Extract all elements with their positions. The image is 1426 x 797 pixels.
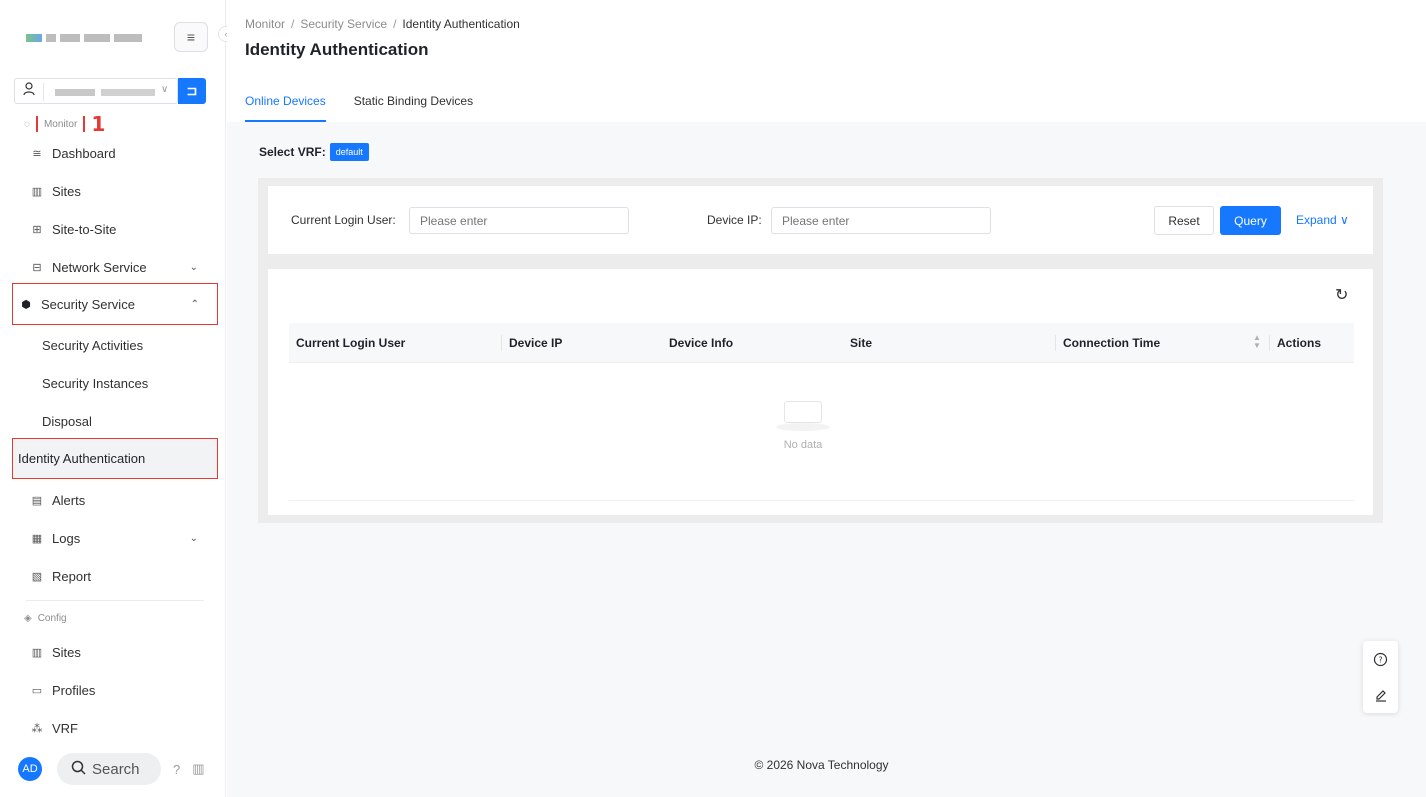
sidebar-item-sites[interactable]: ▥ Sites (14, 172, 216, 210)
sidebar-item-dashboard[interactable]: ≅ Dashboard (14, 134, 216, 172)
sidebar: ≡ ‹ ∨ ⊐ ◌ Monitor 1 ≅ Dashboard ▥ Sites ⊞ S… (0, 0, 242, 797)
sites-icon: ▥ (31, 646, 43, 659)
search-icon (71, 760, 86, 779)
section-monitor: ◌ Monitor 1 (24, 112, 105, 136)
column-site: Site (850, 336, 873, 350)
avatar[interactable]: AD (18, 757, 42, 781)
filter-card: Current Login User: Device IP: Reset Que… (268, 186, 1373, 254)
table-card: ↻ Current Login User Device IP Device In… (268, 269, 1373, 515)
chevron-up-icon: ⌃ (190, 298, 199, 310)
current-login-user-input[interactable] (409, 207, 629, 234)
shield-icon: ⬢ (21, 298, 31, 311)
floating-toolbar: ? (1363, 641, 1398, 713)
tenant-selector[interactable]: ∨ ⊐ (14, 78, 206, 104)
column-device-info: Device Info (669, 336, 734, 350)
vrf-selector: Select VRF: default (259, 143, 369, 161)
config-icon: ◈ (24, 613, 32, 624)
switch-tenant-button[interactable]: ⊐ (178, 78, 206, 104)
footer-copyright: © 2026 Nova Technology (754, 758, 889, 772)
section-monitor-label: Monitor (43, 118, 78, 130)
report-icon: ▧ (31, 570, 43, 583)
device-ip-input[interactable] (771, 207, 991, 234)
sidebar-sub-disposal[interactable]: Disposal (42, 402, 92, 440)
sites-icon: ▥ (31, 185, 43, 198)
network-icon: ⊟ (32, 261, 42, 274)
column-current-login-user: Current Login User (296, 336, 406, 350)
dashboard-icon: ≅ (32, 147, 42, 160)
global-search-button[interactable]: Search (57, 753, 161, 785)
sidebar-item-identity-authentication[interactable]: Identity Authentication (12, 438, 218, 479)
sidebar-divider (26, 600, 204, 601)
page-title: Identity Authentication (245, 40, 429, 59)
sidebar-item-report[interactable]: ▧ Report (14, 557, 216, 595)
edit-icon[interactable] (1363, 677, 1398, 713)
help-icon[interactable]: ? (173, 762, 180, 777)
logs-icon: ▦ (31, 532, 43, 545)
logo (26, 34, 142, 42)
chevron-down-icon: ⌄ (189, 261, 198, 273)
tab-online-devices[interactable]: Online Devices (245, 94, 326, 122)
breadcrumb-current: Identity Authentication (402, 17, 520, 31)
sidebar-item-network-service[interactable]: ⊟ Network Service ⌄ (14, 248, 216, 286)
sidebar-item-profiles[interactable]: ▭ Profiles (14, 671, 216, 709)
chevron-down-icon: ∨ (161, 84, 169, 95)
table-header: Current Login User Device IP Device Info… (289, 323, 1354, 363)
help-icon[interactable]: ? (1363, 641, 1398, 677)
empty-state: No data (773, 399, 833, 451)
exit-icon: ⊐ (186, 83, 198, 98)
chart-icon[interactable]: ▥ (192, 761, 204, 777)
sidebar-item-config-sites[interactable]: ▥ Sites (14, 633, 216, 671)
main-content: Monitor / Security Service / Identity Authen… (227, 0, 1426, 797)
section-config-label: Config (37, 613, 67, 624)
annotation-number: 1 (91, 112, 106, 136)
sidebar-bottom-bar: AD Search ? ▥ (18, 753, 218, 785)
vrf-tag-default[interactable]: default (329, 143, 369, 161)
monitor-icon: ◌ (24, 118, 30, 130)
chevron-down-icon: ∨ (1340, 213, 1349, 227)
empty-inbox-icon (776, 399, 830, 431)
breadcrumb: Monitor / Security Service / Identity Authen… (245, 17, 520, 31)
menu-toggle-button[interactable]: ≡ (174, 22, 208, 52)
tab-static-binding-devices[interactable]: Static Binding Devices (354, 94, 473, 122)
section-config: ◈ Config (24, 613, 67, 624)
breadcrumb-monitor[interactable]: Monitor (245, 17, 285, 31)
annotation-bar (35, 116, 38, 132)
breadcrumb-security-service[interactable]: Security Service (300, 17, 387, 31)
tabs: Online Devices Static Binding Devices (245, 94, 473, 122)
vrf-label: Select VRF: (259, 145, 326, 159)
annotation-bar (83, 116, 86, 132)
refresh-icon[interactable]: ↻ (1335, 285, 1348, 305)
page-header: Monitor / Security Service / Identity Authen… (227, 0, 1426, 122)
query-button[interactable]: Query (1220, 206, 1281, 235)
sidebar-item-alerts[interactable]: ▤ Alerts (14, 481, 216, 519)
logo-row: ≡ (22, 22, 212, 54)
sort-icon[interactable]: ▲ ▼ (1253, 334, 1261, 350)
column-actions: Actions (1277, 336, 1322, 350)
vrf-icon: ⁂ (31, 722, 43, 735)
alerts-icon: ▤ (31, 494, 43, 507)
sidebar-item-site-to-site[interactable]: ⊞ Site-to-Site (14, 210, 216, 248)
chevron-down-icon: ⌄ (189, 532, 198, 544)
reset-button[interactable]: Reset (1154, 206, 1214, 235)
content-panel: Current Login User: Device IP: Reset Que… (258, 178, 1383, 523)
svg-text:?: ? (1378, 655, 1382, 664)
column-connection-time: Connection Time (1063, 336, 1161, 350)
user-filter-label: Current Login User: (291, 213, 396, 227)
user-icon (23, 82, 35, 99)
sidebar-sub-security-activities[interactable]: Security Activities (42, 326, 143, 364)
column-device-ip: Device IP (509, 336, 563, 350)
site-to-site-icon: ⊞ (32, 223, 42, 236)
profiles-icon: ▭ (31, 684, 43, 697)
sidebar-item-logs[interactable]: ▦ Logs ⌄ (14, 519, 216, 557)
ip-filter-label: Device IP: (707, 213, 762, 227)
tenant-select[interactable]: ∨ (14, 78, 178, 104)
sidebar-sub-security-instances[interactable]: Security Instances (42, 364, 148, 402)
expand-link[interactable]: Expand ∨ (1296, 213, 1349, 227)
sidebar-item-security-service[interactable]: ⬢ Security Service ⌃ (12, 283, 218, 325)
empty-text: No data (783, 439, 823, 451)
hamburger-icon: ≡ (186, 29, 196, 45)
sidebar-item-vrf[interactable]: ⁂ VRF (14, 709, 216, 747)
